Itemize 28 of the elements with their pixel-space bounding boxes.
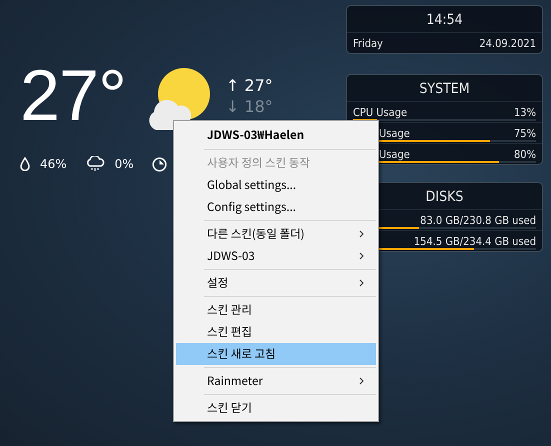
- menu-item[interactable]: Rainmeter: [176, 370, 376, 392]
- menu-item[interactable]: JDWS-03: [176, 245, 376, 267]
- menu-header: JDWS-03₩Haelen: [206, 126, 306, 145]
- disk-usage: 83.0 GB/230.8 GB used: [420, 214, 536, 227]
- rain-cloud-icon: [84, 156, 105, 172]
- stat-value: 0%: [114, 157, 134, 171]
- usage-label: CPU Usage: [353, 106, 408, 119]
- usage-label: Usage: [378, 127, 410, 140]
- droplet-icon: [20, 157, 30, 171]
- stat-value: 46%: [40, 157, 67, 171]
- usage-label: Usage: [378, 148, 410, 161]
- date-label: 24.09.2021: [479, 37, 536, 50]
- menu-item[interactable]: 다른 스킨(동일 폴더): [176, 223, 376, 245]
- low-temperature: ↓ 18°: [226, 97, 273, 116]
- high-temperature: ↑ 27°: [226, 76, 273, 95]
- disk-usage: 154.5 GB/234.4 GB used: [414, 235, 536, 248]
- menu-item[interactable]: 스킨 관리: [176, 299, 376, 321]
- menu-item[interactable]: 스킨 닫기: [176, 397, 376, 419]
- temperature: 27°: [20, 60, 126, 132]
- menu-item[interactable]: 스킨 새로 고침: [176, 343, 376, 365]
- menu-item[interactable]: 설정: [176, 272, 376, 294]
- day-label: Friday: [353, 37, 383, 50]
- widget-title: SYSTEM: [347, 75, 542, 102]
- usage-value: 13%: [514, 106, 536, 119]
- menu-item[interactable]: 스킨 편집: [176, 321, 376, 343]
- usage-value: 75%: [514, 127, 536, 140]
- usage-value: 80%: [514, 148, 536, 161]
- clock-time: 14:54: [347, 6, 542, 33]
